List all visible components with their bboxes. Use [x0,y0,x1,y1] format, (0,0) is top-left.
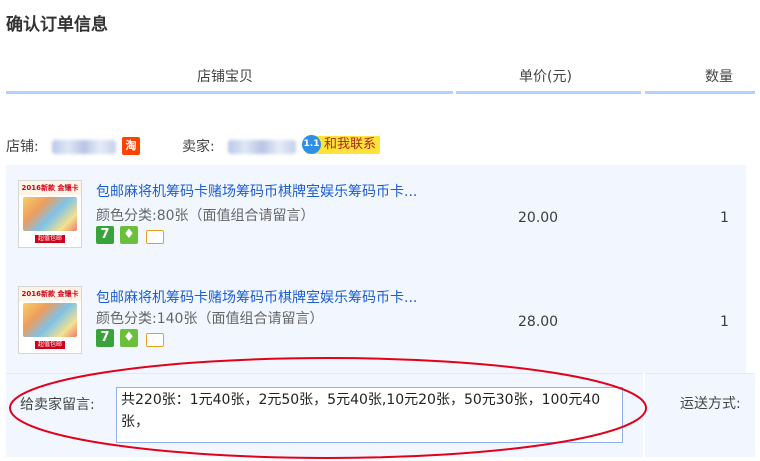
seller-label: 卖家: [182,139,215,155]
shipping-method-label: 运送方式: [680,396,741,412]
thumbnail-caption: 2016新款 金镶卡 [19,181,81,195]
item-sku: 颜色分类:140张（面值组合请留言） [96,308,323,328]
card-payment-icon[interactable] [146,230,164,244]
item-sku: 颜色分类:80张（面值组合请留言） [96,205,315,225]
seller-name-redacted[interactable] [228,140,296,154]
header-underline-shop [6,91,453,94]
gold-seller-icon[interactable]: ♦ [120,329,138,347]
thumbnail-caption: 2016新款 金镶卡 [19,287,81,301]
sku-value: 80张（面值组合请留言） [156,208,315,224]
header-quantity: 数量 [705,69,733,85]
sku-label: 颜色分类: [96,208,157,224]
item-quantity: 1 [720,314,729,330]
seller-message-label: 给卖家留言: [20,397,95,413]
tmall-7-icon[interactable]: 7 [96,329,114,347]
thumbnail-cards-image [23,197,77,231]
seller-message-input[interactable]: 共220张：1元40张，2元50张，5元40张,10元20张，50元30张，10… [116,387,623,443]
tmall-7-icon[interactable]: 7 [96,226,114,244]
header-unit-price: 单价(元) [519,69,572,85]
thumbnail-footer: 超值包邮 [35,235,65,243]
item-thumbnail[interactable]: 2016新款 金镶卡 超值包邮 [18,286,82,354]
sku-label: 颜色分类: [96,311,157,327]
sku-value: 140张（面值组合请留言） [156,311,324,327]
item-price: 20.00 [518,210,559,226]
order-item: 2016新款 金镶卡 超值包邮 包邮麻将机筹码卡赌场筹码币棋牌室娱乐筹码币卡..… [6,172,746,267]
shipping-section: 运送方式: [645,373,755,457]
item-title-link[interactable]: 包邮麻将机筹码卡赌场筹码币棋牌室娱乐筹码币卡... [96,287,417,307]
thumbnail-footer: 超值包邮 [35,341,65,349]
header-underline-price [456,91,641,94]
item-thumbnail[interactable]: 2016新款 金镶卡 超值包邮 [18,180,82,248]
shop-label: 店铺: [6,139,39,155]
thumbnail-cards-image [23,303,77,337]
page-title: 确认订单信息 [6,15,108,35]
item-price: 28.00 [518,314,559,330]
contact-seller-button[interactable]: 1.1 和我联系 [302,135,381,154]
gold-seller-icon[interactable]: ♦ [120,226,138,244]
taobao-icon[interactable]: 淘 [122,137,140,155]
item-quantity: 1 [720,210,729,226]
order-item: 2016新款 金镶卡 超值包邮 包邮麻将机筹码卡赌场筹码币棋牌室娱乐筹码币卡..… [6,278,746,373]
shop-name-redacted[interactable] [52,140,116,154]
header-underline-qty [645,91,755,94]
contact-seller-label: 和我联系 [324,137,377,152]
seller-message-section: 给卖家留言: 共220张：1元40张，2元50张，5元40张,10元20张，50… [6,373,643,457]
item-title-link[interactable]: 包邮麻将机筹码卡赌场筹码币棋牌室娱乐筹码币卡... [96,181,417,201]
shop-info-row: 店铺: 淘 卖家: 1.1 和我联系 [6,135,746,157]
header-shop-items: 店铺宝贝 [197,69,253,85]
card-payment-icon[interactable] [146,333,164,347]
chat-icon: 1.1 [302,135,321,154]
